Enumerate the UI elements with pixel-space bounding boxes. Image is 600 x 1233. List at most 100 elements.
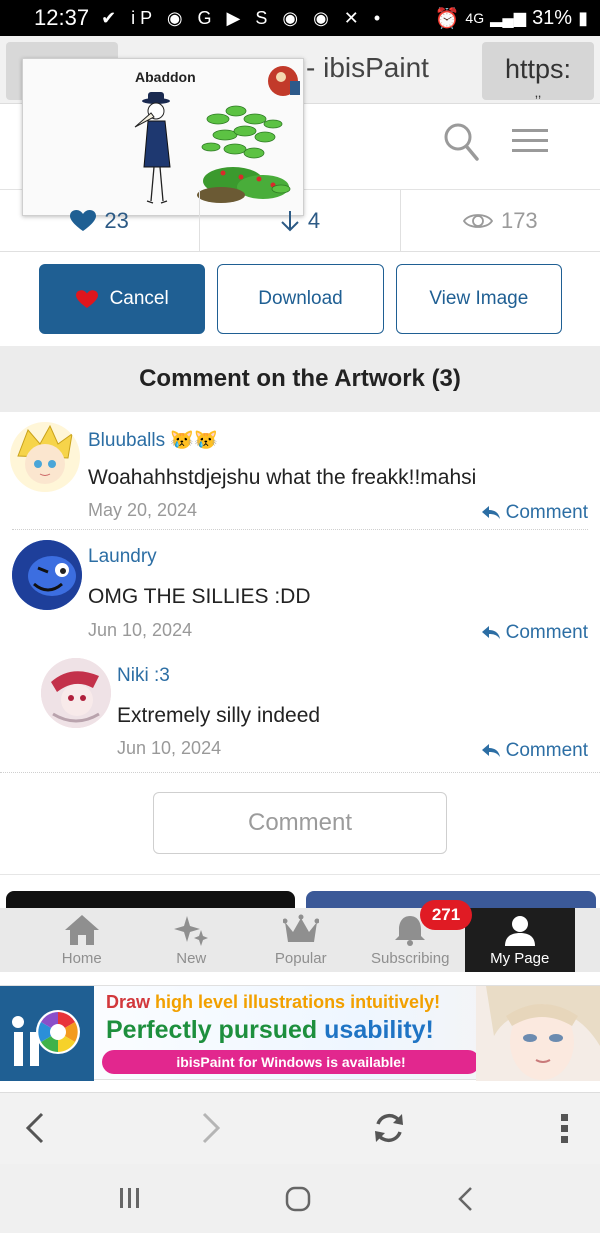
home-button-icon[interactable]	[285, 1186, 311, 1212]
crown-icon	[282, 914, 319, 942]
downloads-stat: 4	[199, 190, 399, 251]
search-icon[interactable]	[443, 122, 479, 162]
status-right: ⏰ 4G ▂▄▆ 31% ▮	[435, 6, 588, 31]
arrow-down-icon	[281, 210, 299, 231]
cancel-label: Cancel	[109, 288, 169, 309]
battery-icon: ▮	[578, 7, 588, 28]
network-label: 4G	[465, 10, 485, 26]
reply-label: Comment	[505, 502, 588, 523]
url-more: ‚‚	[534, 84, 542, 100]
likes-stat: 23	[0, 190, 199, 251]
nav-subscribing-label: Subscribing	[371, 950, 450, 967]
comment-author-name: Bluuballs	[88, 430, 166, 451]
comment-date: May 20, 2024	[88, 500, 198, 520]
comment-reply-item: Niki :3 Extremely silly indeed Jun 10, 2…	[0, 650, 600, 774]
battery-level: 31%	[532, 6, 573, 29]
system-back-icon[interactable]	[457, 1186, 475, 1212]
reply-button[interactable]: Comment	[481, 740, 588, 762]
url-button[interactable]: https: ‚‚	[482, 42, 594, 100]
view-image-button[interactable]: View Image	[395, 264, 562, 334]
bottom-navigation: Home New Popular Subscribing My Page	[0, 908, 600, 972]
comments-count: (3)	[431, 365, 461, 392]
more-options-icon[interactable]	[560, 1111, 570, 1145]
ad-banner[interactable]: Draw high level illustrations intuitivel…	[0, 985, 600, 1081]
comment-author[interactable]: Niki :3	[117, 665, 170, 687]
comment-author-emoji: 😿😿	[170, 430, 218, 451]
ad-headline-a: Draw	[106, 992, 156, 1012]
eye-icon	[462, 213, 493, 228]
forward-arrow-icon[interactable]	[200, 1111, 222, 1145]
recent-apps-icon[interactable]	[118, 1186, 142, 1210]
artwork-actions: Cancel Download View Image	[39, 264, 562, 334]
downloads-count: 4	[307, 207, 321, 233]
avatar[interactable]	[41, 658, 111, 728]
comment-divider	[0, 772, 600, 773]
avatar[interactable]	[12, 540, 82, 610]
refresh-icon[interactable]	[372, 1111, 406, 1145]
comment-date: Jun 10, 2024	[88, 620, 193, 640]
download-button[interactable]: Download	[217, 264, 384, 334]
comment-text: OMG THE SILLIES :DD	[88, 585, 311, 608]
add-comment-button[interactable]: Comment	[153, 792, 447, 854]
home-icon	[64, 915, 99, 945]
ad-character-image	[476, 986, 600, 1081]
comments-heading: Comment on the Artwork (3)	[0, 346, 600, 412]
nav-new-label: New	[176, 950, 207, 967]
reply-button[interactable]: Comment	[481, 502, 588, 524]
ad-tagline-b: usability!	[324, 1016, 434, 1044]
status-bar: 12:37 ✔ iP ◉ G ▶ S ◉ ◉ ✕ • ⏰ 4G ▂▄▆ 31% …	[0, 0, 600, 36]
nav-new[interactable]: New	[137, 908, 247, 972]
reply-icon	[481, 506, 500, 519]
ad-headline-b: high level illustrations intuitively!	[155, 992, 441, 1012]
sparkle-icon	[174, 916, 209, 946]
nav-home-label: Home	[61, 950, 102, 967]
view-image-label: View Image	[429, 288, 529, 309]
person-icon	[504, 916, 535, 946]
views-stat: 173	[399, 190, 600, 251]
artwork-title: Abaddon	[135, 69, 196, 85]
reply-button[interactable]: Comment	[481, 622, 588, 644]
ad-cta-pill[interactable]: ibisPaint for Windows is available!	[102, 1050, 480, 1074]
back-arrow-icon[interactable]	[24, 1111, 46, 1145]
nav-home[interactable]: Home	[27, 908, 137, 972]
ad-tagline: Perfectly pursued usability!	[106, 1016, 434, 1045]
reply-label: Comment	[505, 740, 588, 761]
status-time: 12:37	[34, 5, 90, 30]
alarm-icon: ⏰	[434, 7, 460, 30]
nav-my-page-label: My Page	[490, 950, 550, 967]
nav-popular-label: Popular	[274, 950, 327, 967]
url-label: https:	[504, 54, 572, 84]
hamburger-menu-icon[interactable]	[512, 128, 548, 154]
comment-item: Laundry OMG THE SILLIES :DD Jun 10, 2024…	[0, 530, 600, 650]
likes-count: 23	[104, 207, 129, 233]
signal-icon: ▂▄▆	[490, 10, 527, 27]
download-label: Download	[258, 288, 343, 309]
avatar[interactable]	[10, 422, 80, 492]
nav-popular[interactable]: Popular	[246, 908, 356, 972]
reply-icon	[481, 626, 500, 639]
ibispaint-logo	[0, 986, 94, 1081]
android-navigation-bar	[0, 1164, 600, 1233]
artwork-stats: 23 4 173	[0, 190, 600, 252]
status-notification-icons: ✔ iP ◉ G ▶ S ◉ ◉ ✕ •	[101, 7, 386, 28]
comments-title: Comment on the Artwork	[139, 365, 425, 392]
browser-toolbar	[0, 1092, 600, 1164]
notification-badge: 271	[420, 900, 472, 930]
comment-text: Woahahhstdjejshu what the freakk!!mahsi	[88, 466, 477, 489]
reply-label: Comment	[505, 622, 588, 643]
ad-headline: Draw high level illustrations intuitivel…	[106, 992, 440, 1013]
share-strip	[0, 874, 600, 911]
comment-author[interactable]: Laundry	[88, 546, 157, 568]
heart-icon	[70, 209, 97, 231]
nav-my-page[interactable]: My Page	[465, 908, 575, 972]
comment-author[interactable]: Bluuballs 😿😿	[88, 428, 218, 452]
reply-icon	[481, 744, 500, 757]
page-title: - ibisPaint	[306, 52, 429, 83]
cancel-like-button[interactable]: Cancel	[39, 264, 206, 334]
ad-tagline-a: Perfectly pursued	[106, 1016, 325, 1044]
comment-text: Extremely silly indeed	[117, 704, 321, 727]
comment-date: Jun 10, 2024	[117, 738, 222, 758]
views-count: 173	[500, 207, 538, 233]
heart-icon	[75, 289, 98, 308]
comment-item: Bluuballs 😿😿 Woahahhstdjejshu what the f…	[0, 412, 600, 530]
